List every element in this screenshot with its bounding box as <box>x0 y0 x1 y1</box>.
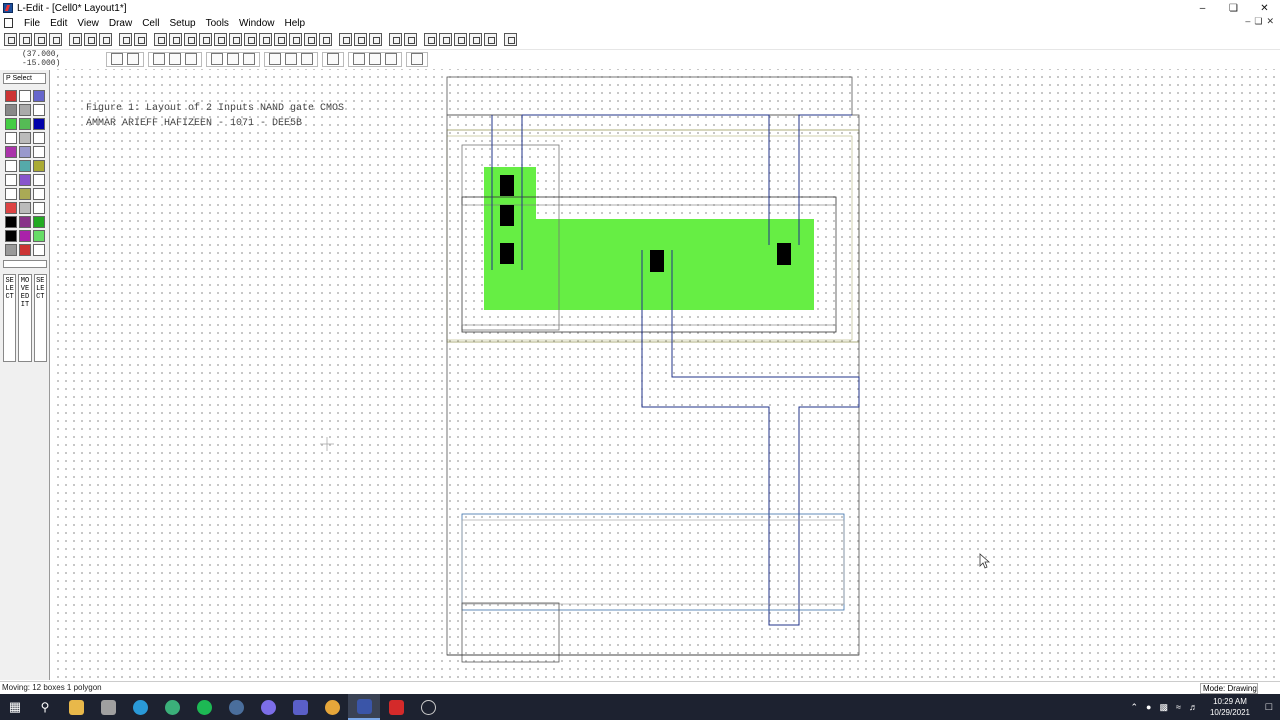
ledit-taskbar-icon[interactable] <box>348 694 380 720</box>
nwell-outline[interactable] <box>446 76 853 116</box>
windows-taskbar: ▦ ⚲ ⌃ ● ▩ ≈ ♬ 10:29 AM 10/29/2021 □ <box>0 694 1280 720</box>
crosshair-cursor-icon <box>320 437 334 451</box>
clock-date: 10/29/2021 <box>1209 708 1250 717</box>
contact-4[interactable] <box>650 250 664 272</box>
network-icon[interactable]: ▩ <box>1159 702 1168 713</box>
clock-time: 10:29 AM <box>1213 697 1247 706</box>
acrobat-taskbar-icon[interactable] <box>380 694 412 720</box>
contact-5[interactable] <box>777 243 791 265</box>
status-bar: Moving: 12 boxes 1 polygon Mode: Drawing <box>0 681 1280 694</box>
contact-1[interactable] <box>500 175 514 196</box>
nmos-outline[interactable] <box>461 513 845 611</box>
notification-icon[interactable]: □ <box>1258 694 1280 720</box>
steam-taskbar-icon[interactable] <box>220 694 252 720</box>
spotify-taskbar-icon[interactable] <box>188 694 220 720</box>
files-taskbar-icon[interactable] <box>92 694 124 720</box>
teams-taskbar-icon[interactable] <box>284 694 316 720</box>
windows-start-icon[interactable]: ▦ <box>0 694 30 720</box>
volume-icon[interactable]: ♬ <box>1189 702 1198 712</box>
system-clock[interactable]: 10:29 AM 10/29/2021 <box>1210 696 1250 718</box>
chevron-up-icon[interactable]: ⌃ <box>1131 702 1139 713</box>
mode-indicator: Mode: Drawing <box>1200 683 1258 694</box>
clock-app-taskbar-icon[interactable] <box>412 694 444 720</box>
status-message: Moving: 12 boxes 1 polygon <box>2 683 102 692</box>
system-tray: ⌃ ● ▩ ≈ ♬ 10:29 AM 10/29/2021 □ <box>1127 694 1280 720</box>
microphone-icon[interactable]: ● <box>1146 702 1151 712</box>
active-region[interactable] <box>484 167 814 310</box>
nmos-gnd-box[interactable] <box>461 602 560 663</box>
nand-layout-drawing <box>320 76 991 663</box>
mouse-pointer-icon <box>979 553 991 569</box>
chrome-taskbar-icon[interactable] <box>316 694 348 720</box>
search-icon[interactable]: ⚲ <box>30 694 60 720</box>
wifi-icon[interactable]: ≈ <box>1176 702 1181 712</box>
edge-taskbar-icon[interactable] <box>124 694 156 720</box>
file-explorer-taskbar-icon[interactable] <box>60 694 92 720</box>
edge-dev-taskbar-icon[interactable] <box>156 694 188 720</box>
contact-3[interactable] <box>500 243 514 264</box>
contact-2[interactable] <box>500 205 514 226</box>
discord-taskbar-icon[interactable] <box>252 694 284 720</box>
nmos-inner-outline[interactable] <box>461 519 845 605</box>
